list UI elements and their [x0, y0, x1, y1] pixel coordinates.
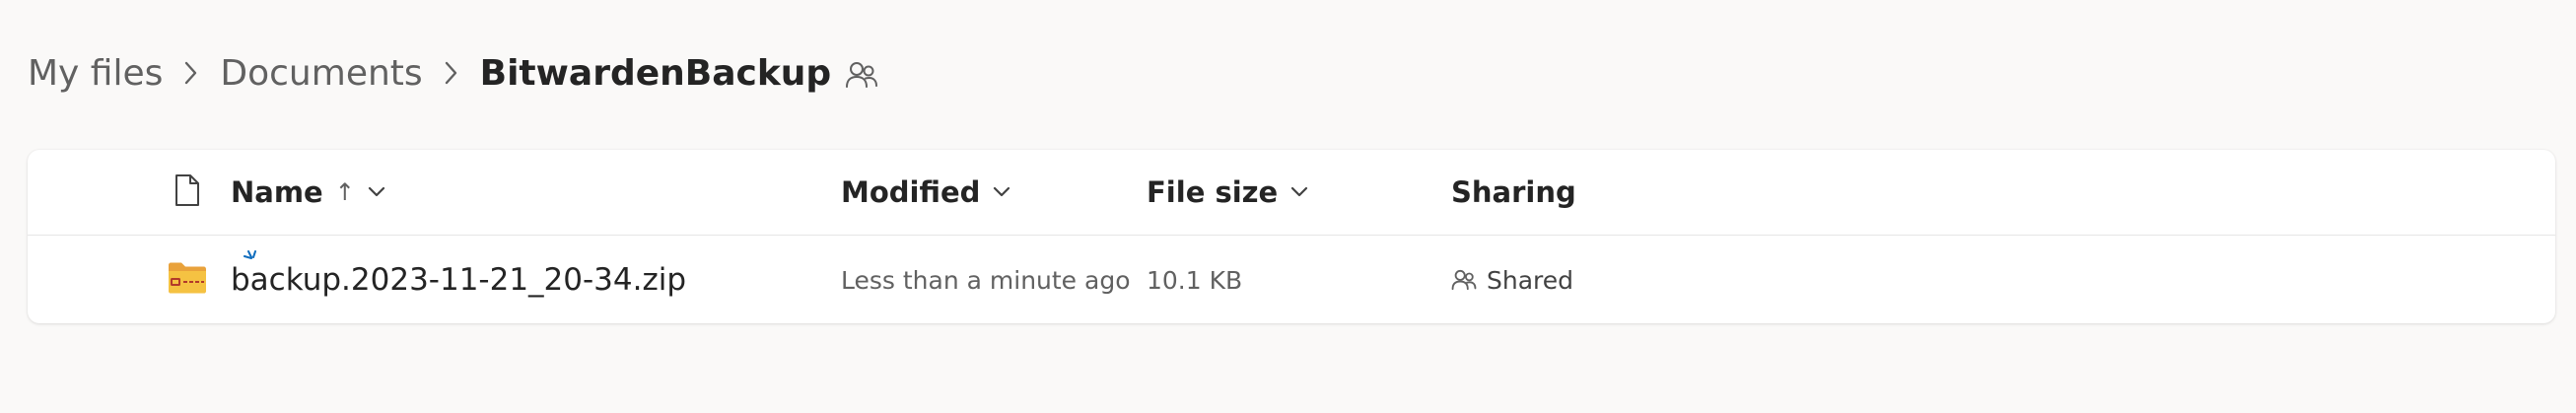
shared-people-icon[interactable]: [845, 60, 878, 90]
sharing-column-header: Sharing: [1451, 150, 1576, 235]
file-size-cell: 10.1 KB: [1147, 237, 1242, 323]
breadcrumb-bitwarden-backup: BitwardenBackup: [479, 52, 832, 94]
file-name-link[interactable]: backup.2023-11-21_20-34.zip: [231, 262, 686, 298]
modified-cell: Less than a minute ago: [841, 237, 1131, 323]
sharing-cell[interactable]: Shared: [1451, 237, 1573, 323]
modified-header-label: Modified: [841, 175, 981, 209]
name-header-label: Name: [231, 175, 323, 209]
sharing-value: Shared: [1487, 265, 1574, 295]
chevron-right-icon: [163, 53, 220, 93]
table-row[interactable]: backup.2023-11-21_20-34.zip Less than a …: [28, 237, 2555, 323]
file-list: Name ↑ Modified File size Sharing backup…: [28, 150, 2555, 323]
chevron-down-icon: [992, 185, 1011, 199]
breadcrumb: My files Documents BitwardenBackup: [28, 41, 878, 104]
file-icon-cell[interactable]: [150, 237, 225, 323]
name-cell: backup.2023-11-21_20-34.zip: [231, 237, 686, 323]
breadcrumb-documents[interactable]: Documents: [220, 53, 422, 94]
sort-ascending-icon: ↑: [334, 178, 355, 206]
file-size-header-label: File size: [1147, 175, 1279, 209]
name-column-header[interactable]: Name ↑: [231, 150, 386, 235]
file-type-icon: [174, 172, 201, 212]
zip-folder-icon: [167, 260, 208, 300]
modified-value: Less than a minute ago: [841, 265, 1131, 295]
file-type-column-header[interactable]: [150, 150, 225, 235]
modified-column-header[interactable]: Modified: [841, 150, 1011, 235]
column-header-row: Name ↑ Modified File size Sharing: [28, 150, 2555, 236]
chevron-down-icon: [367, 185, 386, 199]
file-size-value: 10.1 KB: [1147, 265, 1243, 295]
file-size-column-header[interactable]: File size: [1147, 150, 1309, 235]
shared-people-icon: [1451, 268, 1477, 292]
breadcrumb-my-files[interactable]: My files: [28, 53, 163, 94]
sharing-header-label: Sharing: [1451, 175, 1576, 209]
chevron-down-icon: [1289, 185, 1309, 199]
chevron-right-icon: [423, 53, 480, 93]
